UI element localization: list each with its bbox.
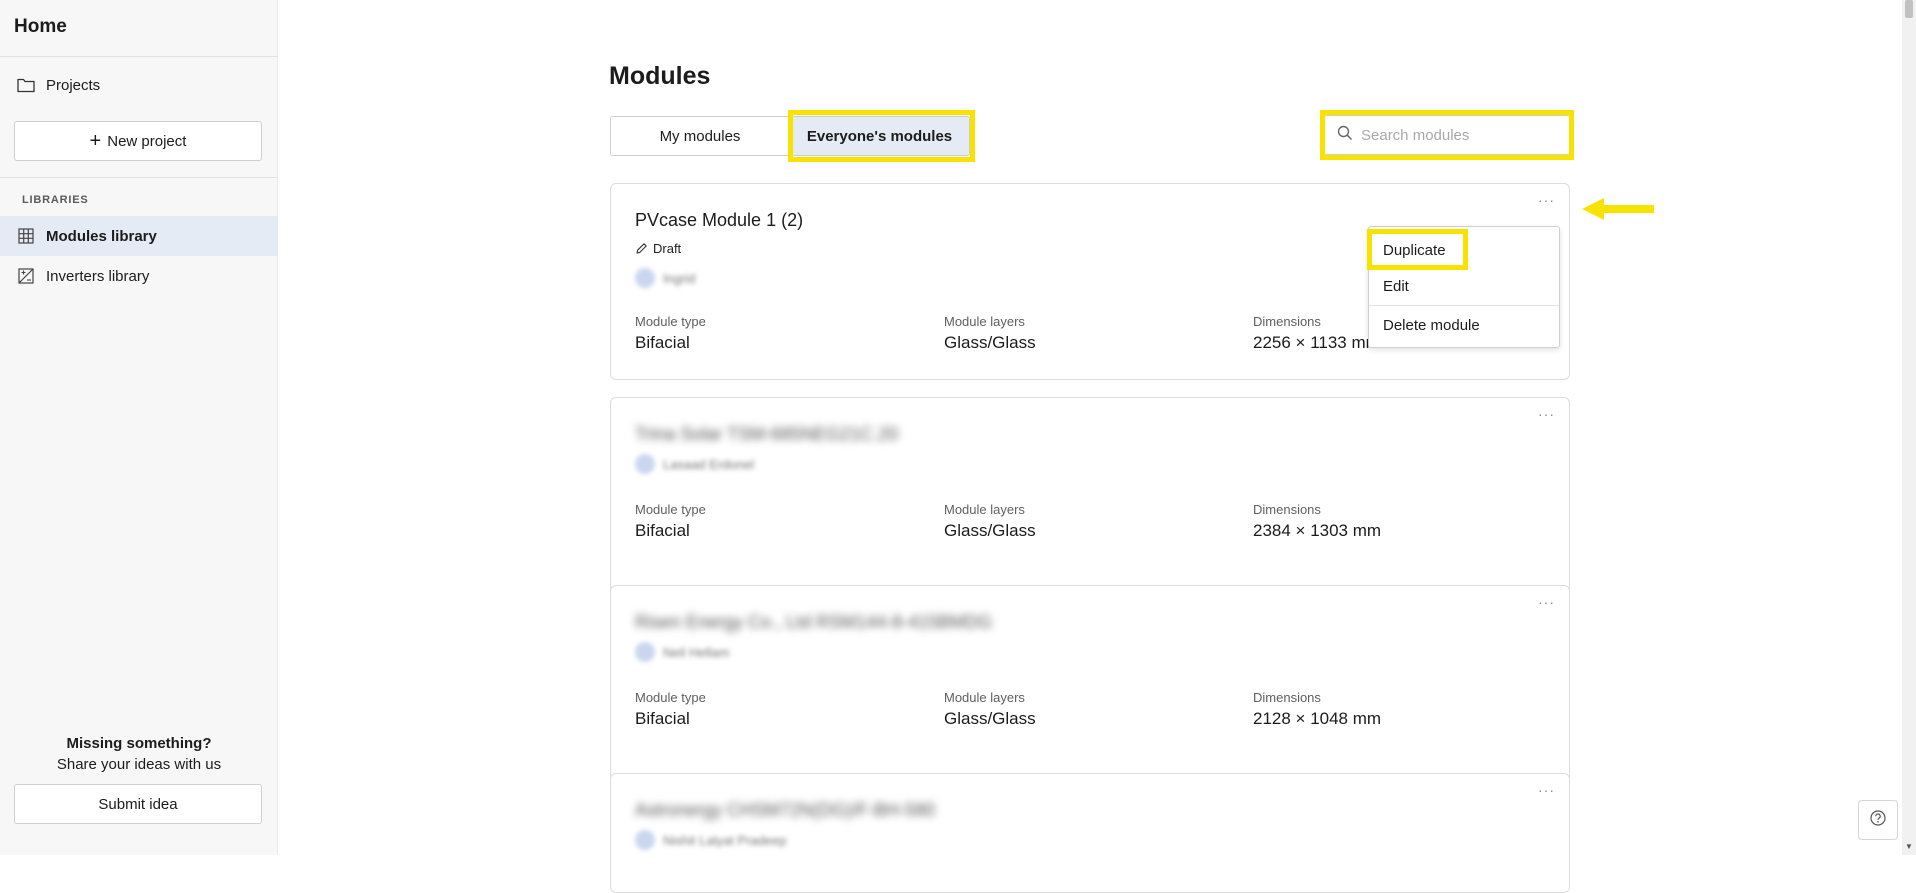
dimensions-label: Dimensions — [1253, 690, 1321, 705]
owner-name: Ingrid — [663, 270, 696, 286]
module-layers-value: Glass/Glass — [944, 709, 1036, 728]
image-icon — [16, 266, 36, 286]
sidebar-item-label: Modules library — [46, 227, 157, 245]
dimensions-value: 2128 × 1048 mm — [1253, 709, 1382, 728]
owner-name: Nishit Lalyat Pradeep — [663, 832, 787, 848]
module-type-value: Bifacial — [635, 333, 690, 352]
help-icon — [1870, 809, 1886, 831]
owner-name: Neil Hellam — [663, 644, 730, 660]
module-layers-value: Glass/Glass — [944, 333, 1036, 352]
more-options-button[interactable]: ··· — [1538, 406, 1555, 422]
new-project-button[interactable]: + New project — [14, 121, 262, 161]
owner: Lasaad Erdonel — [635, 454, 754, 474]
module-type-value: Bifacial — [635, 709, 690, 728]
module-tabs: My modules Everyone's modules — [610, 116, 970, 156]
module-layers-value: Glass/Glass — [944, 521, 1036, 540]
home-title[interactable]: Home — [14, 16, 67, 38]
scrollbar[interactable]: ▼ — [1902, 0, 1916, 855]
more-options-button[interactable]: ··· — [1538, 192, 1555, 208]
missing-something-heading: Missing something? — [66, 735, 212, 752]
scroll-down-arrow-icon[interactable]: ▼ — [1905, 842, 1913, 851]
divider — [0, 56, 278, 57]
sidebar: Home Projects + New project LIBRARIES Mo… — [0, 0, 278, 855]
tab-everyones-modules[interactable]: Everyone's modules — [790, 116, 970, 156]
divider — [0, 177, 278, 178]
plus-icon: + — [89, 130, 102, 152]
sidebar-item-modules-library[interactable]: Modules library — [0, 216, 278, 256]
owner: Ingrid — [635, 268, 696, 288]
more-options-button[interactable]: ··· — [1538, 594, 1555, 610]
module-type-label: Module type — [635, 502, 706, 517]
card-context-menu: Duplicate Edit Delete module — [1368, 226, 1560, 348]
submit-idea-label: Submit idea — [98, 795, 178, 813]
status-draft: Draft — [635, 241, 681, 256]
menu-item-duplicate[interactable]: Duplicate — [1369, 232, 1559, 268]
page-title: Modules — [609, 62, 711, 90]
folder-icon — [16, 75, 36, 95]
search-input[interactable] — [1361, 126, 1551, 144]
dimensions-value: 2384 × 1303 mm — [1253, 521, 1382, 540]
pencil-icon — [635, 242, 648, 255]
sidebar-item-projects[interactable]: Projects — [0, 65, 278, 105]
avatar — [635, 268, 655, 288]
menu-item-edit[interactable]: Edit — [1369, 268, 1559, 304]
libraries-heading: LIBRARIES — [22, 194, 89, 206]
new-project-label: New project — [107, 132, 187, 150]
module-title: PVcase Module 1 (2) — [635, 210, 804, 230]
module-card[interactable]: ··· Risen Energy Co., Ltd RSM144-8-415BM… — [610, 585, 1570, 782]
status-label: Draft — [653, 241, 682, 256]
more-options-button[interactable]: ··· — [1538, 782, 1555, 798]
sidebar-item-label: Projects — [46, 76, 101, 94]
module-layers-label: Module layers — [944, 502, 1025, 517]
owner: Neil Hellam — [635, 642, 729, 662]
owner: Nishit Lalyat Pradeep — [635, 830, 787, 850]
submit-idea-button[interactable]: Submit idea — [14, 784, 262, 824]
module-card[interactable]: ··· Astronergy CHSM72N(DG)/F-BH-580 Nish… — [610, 773, 1570, 893]
sidebar-item-inverters-library[interactable]: Inverters library — [0, 256, 278, 296]
module-type-label: Module type — [635, 690, 706, 705]
module-card[interactable]: ··· Trina Solar TSM-685NEG21C.20 Lasaad … — [610, 397, 1570, 594]
module-title: Risen Energy Co., Ltd RSM144-8-415BMDG — [635, 612, 993, 632]
module-type-value: Bifacial — [635, 521, 690, 540]
menu-divider — [1369, 305, 1559, 306]
sidebar-item-label: Inverters library — [46, 267, 150, 285]
tab-my-modules[interactable]: My modules — [610, 116, 790, 156]
search-icon — [1337, 125, 1353, 146]
grid-icon — [16, 226, 36, 246]
help-button[interactable] — [1858, 800, 1898, 840]
module-properties: Module type Bifacial Module layers Glass/G… — [635, 502, 1562, 541]
dimensions-label: Dimensions — [1253, 502, 1321, 517]
share-ideas-text: Share your ideas with us — [56, 756, 222, 773]
owner-name: Lasaad Erdonel — [663, 456, 755, 472]
avatar — [635, 454, 655, 474]
module-type-label: Module type — [635, 314, 706, 329]
avatar — [635, 830, 655, 850]
module-title: Trina Solar TSM-685NEG21C.20 — [635, 424, 899, 444]
module-title: Astronergy CHSM72N(DG)/F-BH-580 — [635, 800, 936, 820]
menu-item-delete-module[interactable]: Delete module — [1369, 307, 1559, 343]
annotation-arrow — [1580, 196, 1656, 227]
scroll-thumb[interactable] — [1905, 0, 1913, 18]
module-layers-label: Module layers — [944, 314, 1025, 329]
search-box[interactable] — [1324, 115, 1570, 155]
module-layers-label: Module layers — [944, 690, 1025, 705]
avatar — [635, 642, 655, 662]
module-properties: Module type Bifacial Module layers Glass/G… — [635, 690, 1562, 729]
